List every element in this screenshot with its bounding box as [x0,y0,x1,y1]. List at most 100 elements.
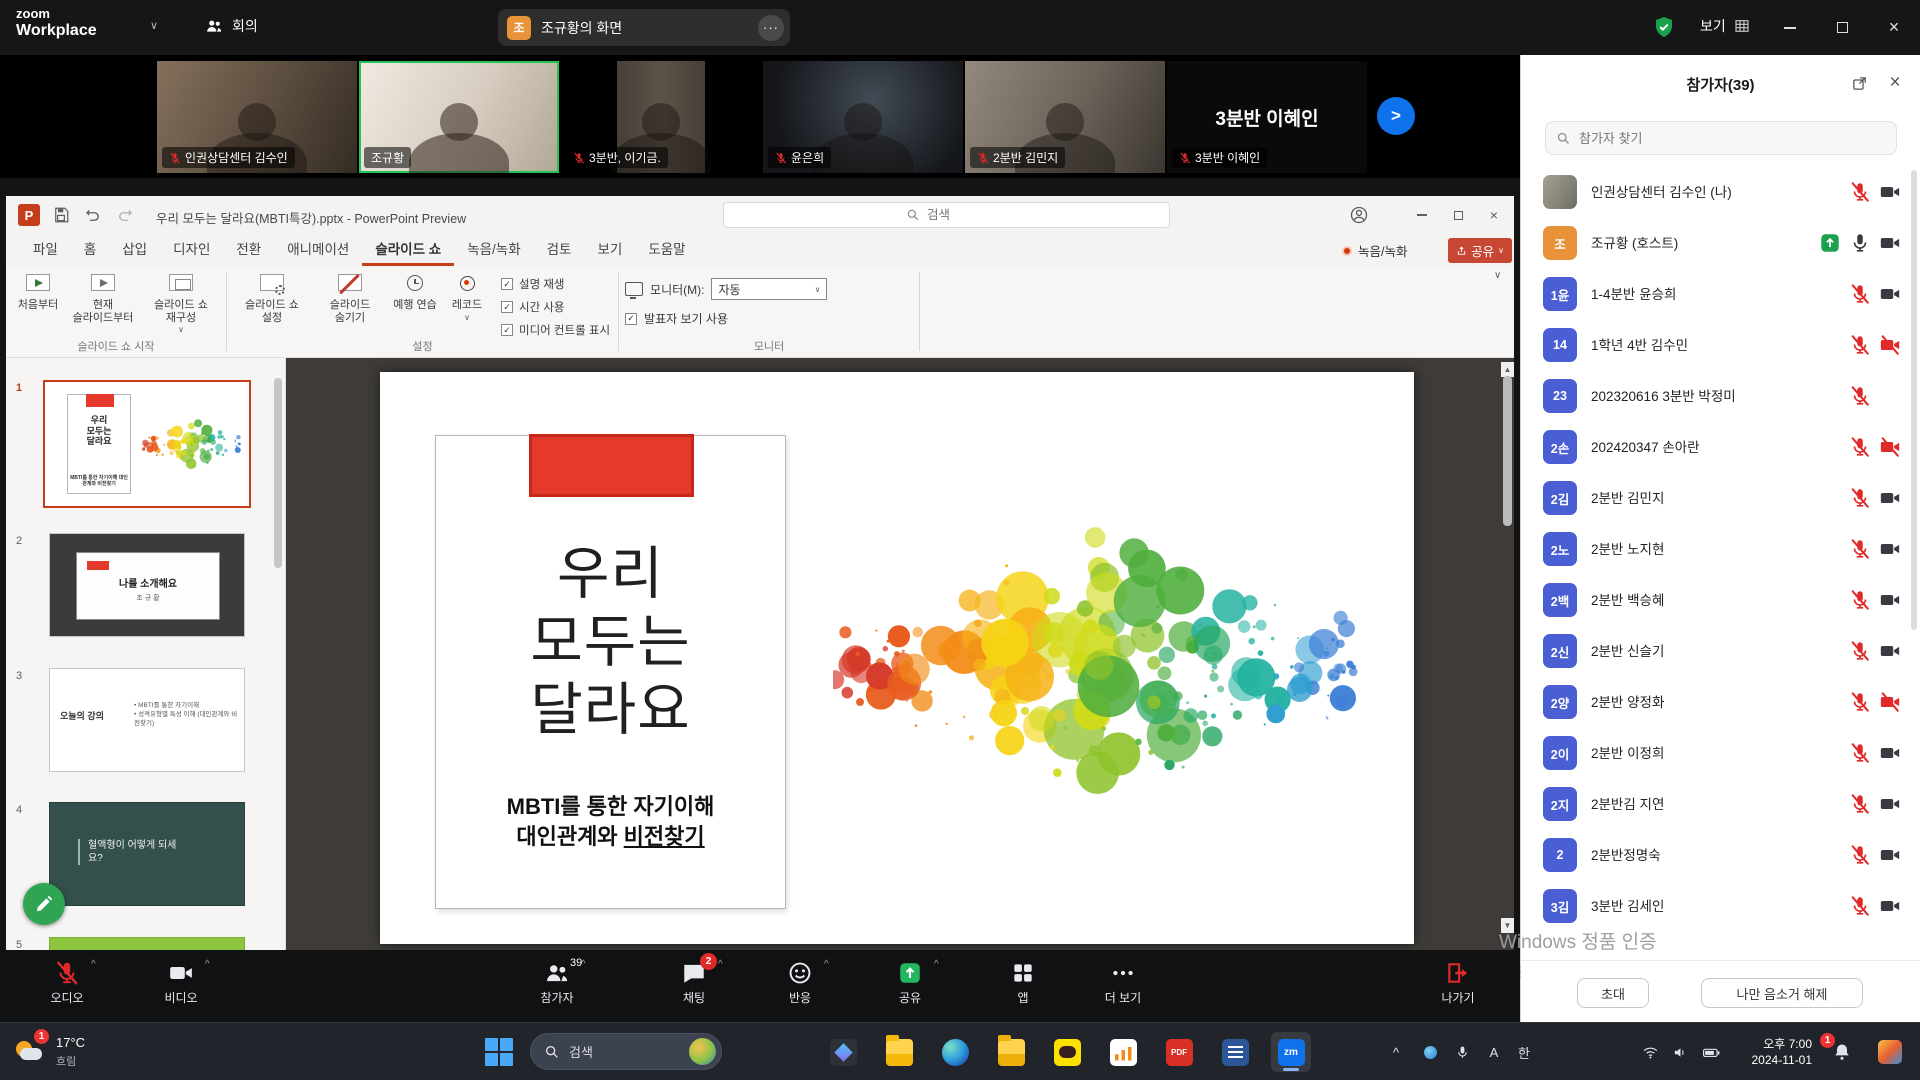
video-tile[interactable]: 2분반 김민지 [965,61,1165,173]
ribbon-button[interactable]: 처음부터 [12,268,64,312]
taskbar-app-kakaotalk[interactable] [1047,1032,1087,1072]
chevron-down-icon[interactable]: ∨ [150,19,158,32]
monitor-select[interactable]: 자동 ∨ [711,278,827,300]
participant-row[interactable]: 2김2분반 김민지 [1521,473,1920,524]
ppt-share-button[interactable]: 공유 ∨ [1448,238,1512,263]
ribbon-tab[interactable]: 애니메이션 [274,234,362,266]
invite-button[interactable]: 초대 [1577,978,1649,1008]
meeting-tab[interactable]: 회의 [205,16,258,36]
leave-meeting-button[interactable]: 나가기 [1410,950,1506,1022]
window-minimize-button[interactable] [1764,0,1816,55]
next-videos-button[interactable]: > [1377,97,1415,135]
taskbar-app-folder[interactable] [991,1032,1031,1072]
chevron-up-icon[interactable]: ^ [91,959,96,970]
toolbar-button-mic-off[interactable]: ^오디오 [19,950,115,1022]
participant-row[interactable]: 141학년 4반 김수민 [1521,320,1920,371]
popout-icon[interactable] [1847,71,1871,95]
video-tile[interactable]: 3분반, 이기금. [561,61,761,173]
toolbar-button-reactions[interactable]: ^반응 [752,950,848,1022]
ribbon-tab[interactable]: 녹음/녹화 [454,234,533,266]
taskbar-app-zoom[interactable]: zm [1271,1032,1311,1072]
taskbar-app-edge[interactable] [935,1032,975,1072]
ribbon-button[interactable]: 슬라이드 쇼 설정 [233,268,311,324]
chevron-up-icon[interactable]: ^ [824,959,829,970]
ime-language[interactable]: 한 [1512,1023,1536,1080]
account-icon[interactable] [1347,204,1371,226]
chevron-up-icon[interactable]: ^ [205,959,210,970]
record-toggle[interactable]: 녹음/녹화 [1342,241,1407,260]
taskbar-clock[interactable]: 오후 7:00 2024-11-01 [1716,1036,1812,1068]
taskbar-search[interactable]: 검색 [530,1033,722,1070]
participant-row[interactable]: 조조규황 (호스트) [1521,218,1920,269]
volume-icon[interactable] [1668,1023,1692,1080]
tray-mic-icon[interactable] [1450,1023,1474,1080]
ribbon-button[interactable]: 슬라이드 쇼 재구성∨ [142,268,220,334]
window-close-button[interactable]: × [1868,0,1920,55]
save-icon[interactable] [52,206,70,224]
toolbar-button-share[interactable]: ^공유 [862,950,958,1022]
participant-row[interactable]: 2지2분반김 지연 [1521,779,1920,830]
ribbon-button[interactable]: 레코드∨ [441,268,493,324]
ribbon-collapse-chevron[interactable]: ∨ [1494,270,1501,281]
tray-expand-caret[interactable]: ^ [1384,1023,1408,1080]
participant-row[interactable]: 인권상담센터 김수인 (나) [1521,167,1920,218]
slide-thumbnail-2[interactable]: 나를 소개해요 조 규 황 [49,533,245,637]
ribbon-button[interactable]: 예행 연습 [389,268,441,324]
thumbnail-scrollbar[interactable] [274,378,282,568]
screen-share-indicator[interactable]: 조 조규황의 화면 ··· [498,9,790,46]
notification-bell-icon[interactable] [1832,1042,1852,1062]
scrollbar-thumb[interactable] [1503,376,1512,526]
unmute-me-button[interactable]: 나만 음소거 해제 [1701,978,1863,1008]
ppt-minimize-button[interactable] [1410,204,1434,226]
slide-thumbnail-5[interactable] [49,937,245,950]
participant-row[interactable]: 2손202420347 손아란 [1521,422,1920,473]
taskbar-app-file-explorer[interactable] [879,1032,919,1072]
participant-row[interactable]: 1윤1-4분반 윤승희 [1521,269,1920,320]
ppt-search-box[interactable] [723,202,1170,228]
participant-row[interactable]: 2신2분반 신슬기 [1521,626,1920,677]
taskbar-app-photos[interactable] [823,1032,863,1072]
chevron-up-icon[interactable]: ^ [718,959,723,970]
participant-row[interactable]: 22분반정명숙 [1521,830,1920,881]
taskbar-app-chart[interactable] [1103,1032,1143,1072]
toolbar-button-participants[interactable]: 39^참가자 [509,950,605,1022]
slide-thumbnail-3[interactable]: 오늘의 강의 • MBTI를 통한 자기이해 • 성격유형별 특성 이해 (대인… [49,668,245,772]
ppt-search-input[interactable] [927,208,987,222]
close-panel-icon[interactable]: × [1883,71,1907,95]
video-tile[interactable]: 조규황 [359,61,559,173]
ime-letter[interactable]: A [1482,1023,1506,1080]
ribbon-button[interactable]: 현재 슬라이드부터 [64,268,142,324]
ribbon-button[interactable]: 슬라이드 숨기기 [311,268,389,324]
ribbon-tab[interactable]: 전환 [223,234,274,266]
ribbon-tab[interactable]: 도움말 [635,234,698,266]
view-button[interactable]: 보기 [1700,16,1751,36]
ribbon-tab[interactable]: 슬라이드 쇼 [362,234,454,266]
participant-row[interactable]: 2백2분반 백승혜 [1521,575,1920,626]
participant-row[interactable]: 3김3분반 김세인 [1521,881,1920,932]
toolbar-button-apps[interactable]: 앱 [975,950,1071,1022]
participants-scrollbar[interactable] [1911,170,1917,630]
video-tile[interactable]: 인권상담센터 김수인 [157,61,357,173]
ppt-close-button[interactable]: × [1482,204,1506,226]
participant-row[interactable]: 2노2분반 노지현 [1521,524,1920,575]
scroll-up-icon[interactable]: ▲ [1501,362,1514,377]
taskbar-app-pdf[interactable]: PDF [1159,1032,1199,1072]
checkbox-checked-icon[interactable]: ✓ [501,278,513,290]
ppt-restore-button[interactable] [1446,204,1470,226]
checkbox-checked-icon[interactable]: ✓ [501,301,513,313]
video-tile[interactable]: 3분반 이혜인3분반 이혜인 [1167,61,1367,173]
video-tile[interactable]: 윤은희 [763,61,963,173]
ribbon-tab[interactable]: 파일 [20,234,71,266]
security-shield-icon[interactable] [1652,15,1676,39]
slide-thumbnail-1[interactable]: 우리 모두는 달라요 MBTI를 통한 자기이해 대인관계와 비전찾기 [43,380,251,508]
widgets-corner-icon[interactable] [1878,1040,1902,1064]
toolbar-button-video[interactable]: ^비디오 [133,950,229,1022]
scroll-down-icon[interactable]: ▼ [1501,918,1514,933]
toolbar-button-chat[interactable]: 2^채팅 [646,950,742,1022]
participant-row[interactable]: 23202320616 3분반 박정미 [1521,371,1920,422]
presenter-view-checkbox[interactable]: ✓ [625,313,637,325]
chevron-up-icon[interactable]: ^ [934,959,939,970]
slide-page[interactable]: 우리 모두는 달라요 MBTI를 통한 자기이해 대인관계와 비전찾기 [380,372,1414,944]
wifi-icon[interactable] [1638,1023,1662,1080]
participant-row[interactable]: 2양2분반 양정화 [1521,677,1920,728]
